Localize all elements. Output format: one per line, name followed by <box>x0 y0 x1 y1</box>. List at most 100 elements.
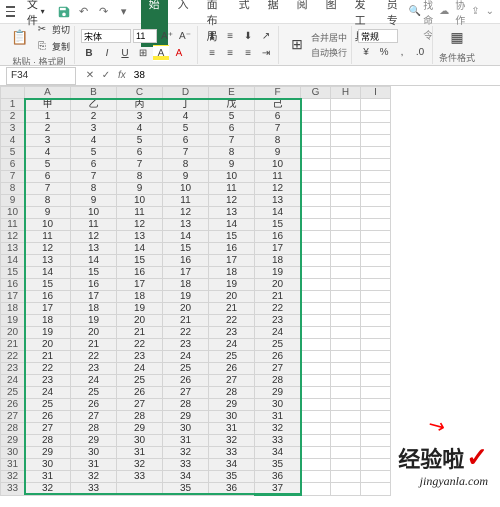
cell[interactable]: 20 <box>209 291 255 303</box>
cell[interactable]: 7 <box>117 159 163 171</box>
cell[interactable] <box>361 411 391 423</box>
cell[interactable]: 23 <box>209 327 255 339</box>
cell[interactable] <box>331 435 361 447</box>
cell[interactable] <box>331 123 361 135</box>
cell[interactable]: 31 <box>25 471 71 483</box>
column-header[interactable]: F <box>255 87 301 99</box>
cell[interactable]: 甲 <box>25 99 71 111</box>
cell[interactable]: 28 <box>255 375 301 387</box>
cell[interactable]: 14 <box>25 267 71 279</box>
cell[interactable]: 8 <box>71 183 117 195</box>
cell[interactable] <box>301 471 331 483</box>
cell[interactable]: 11 <box>255 171 301 183</box>
cell[interactable]: 12 <box>25 243 71 255</box>
cell[interactable]: 15 <box>71 267 117 279</box>
cell[interactable]: 24 <box>117 363 163 375</box>
row-header[interactable]: 30 <box>1 447 25 459</box>
border-button[interactable]: ⊞ <box>135 45 151 61</box>
cell[interactable]: 18 <box>209 267 255 279</box>
paste-button[interactable]: 📋 <box>8 26 32 50</box>
cell[interactable]: 31 <box>209 423 255 435</box>
merge-center-button[interactable]: ⊞ <box>285 33 309 57</box>
cell[interactable]: 22 <box>71 351 117 363</box>
cell[interactable]: 10 <box>209 171 255 183</box>
cell[interactable]: 32 <box>71 471 117 483</box>
row-header[interactable]: 6 <box>1 159 25 171</box>
cell[interactable]: 10 <box>163 183 209 195</box>
cell[interactable] <box>301 375 331 387</box>
cell[interactable]: 25 <box>255 339 301 351</box>
cell[interactable]: 14 <box>163 231 209 243</box>
cell[interactable]: 16 <box>255 231 301 243</box>
cell[interactable] <box>361 99 391 111</box>
cell[interactable]: 19 <box>255 267 301 279</box>
cell[interactable]: 21 <box>255 291 301 303</box>
cell[interactable]: 26 <box>25 411 71 423</box>
cell[interactable] <box>361 111 391 123</box>
cell[interactable]: 4 <box>163 111 209 123</box>
cell[interactable] <box>361 291 391 303</box>
cell[interactable]: 14 <box>209 219 255 231</box>
cell[interactable] <box>301 339 331 351</box>
cell[interactable] <box>331 363 361 375</box>
cell[interactable] <box>361 399 391 411</box>
cell[interactable] <box>361 243 391 255</box>
cell[interactable]: 21 <box>25 351 71 363</box>
row-header[interactable]: 33 <box>1 483 25 496</box>
cell[interactable]: 9 <box>117 183 163 195</box>
cell[interactable]: 15 <box>25 279 71 291</box>
cell[interactable] <box>331 351 361 363</box>
cell[interactable]: 28 <box>209 387 255 399</box>
cell[interactable]: 9 <box>25 207 71 219</box>
cell[interactable] <box>361 219 391 231</box>
cell[interactable]: 13 <box>71 243 117 255</box>
row-header[interactable]: 16 <box>1 279 25 291</box>
row-header[interactable]: 17 <box>1 291 25 303</box>
cell[interactable]: 8 <box>117 171 163 183</box>
more-icon[interactable]: ⌄ <box>486 6 494 17</box>
cell[interactable]: 19 <box>209 279 255 291</box>
cell[interactable]: 21 <box>163 315 209 327</box>
row-header[interactable]: 26 <box>1 399 25 411</box>
row-header[interactable]: 19 <box>1 315 25 327</box>
cell[interactable] <box>301 303 331 315</box>
cell[interactable]: 37 <box>209 495 255 496</box>
cell[interactable] <box>331 459 361 471</box>
cell[interactable] <box>361 375 391 387</box>
cell[interactable]: 10 <box>117 195 163 207</box>
cell[interactable]: 11 <box>117 207 163 219</box>
cell[interactable]: 28 <box>71 423 117 435</box>
cell[interactable]: 10 <box>25 219 71 231</box>
cell[interactable]: 15 <box>117 255 163 267</box>
cell[interactable]: 22 <box>209 315 255 327</box>
decrease-decimal-button[interactable]: .0 <box>412 44 428 60</box>
cell[interactable]: 24 <box>25 387 71 399</box>
cell[interactable] <box>331 255 361 267</box>
cell[interactable]: 28 <box>117 411 163 423</box>
cell[interactable] <box>331 447 361 459</box>
row-header[interactable]: 7 <box>1 171 25 183</box>
cell[interactable] <box>331 111 361 123</box>
cell[interactable]: 29 <box>163 411 209 423</box>
cell[interactable] <box>361 423 391 435</box>
cell[interactable] <box>301 267 331 279</box>
cell[interactable] <box>301 411 331 423</box>
cell[interactable] <box>301 363 331 375</box>
cell[interactable] <box>301 171 331 183</box>
cell[interactable]: 12 <box>255 183 301 195</box>
cell[interactable]: 38 <box>255 495 301 496</box>
cell[interactable]: 37 <box>255 483 301 496</box>
cell[interactable] <box>331 159 361 171</box>
cell[interactable]: 35 <box>163 483 209 496</box>
cell[interactable]: 18 <box>71 303 117 315</box>
cell[interactable]: 23 <box>255 315 301 327</box>
cell[interactable]: 25 <box>25 399 71 411</box>
cell[interactable] <box>301 243 331 255</box>
cell[interactable] <box>301 207 331 219</box>
cell[interactable]: 13 <box>163 219 209 231</box>
cell[interactable] <box>361 363 391 375</box>
cell[interactable] <box>331 267 361 279</box>
cell[interactable]: 22 <box>117 339 163 351</box>
cell[interactable]: 31 <box>71 459 117 471</box>
redo-icon[interactable]: ↷ <box>97 5 111 19</box>
